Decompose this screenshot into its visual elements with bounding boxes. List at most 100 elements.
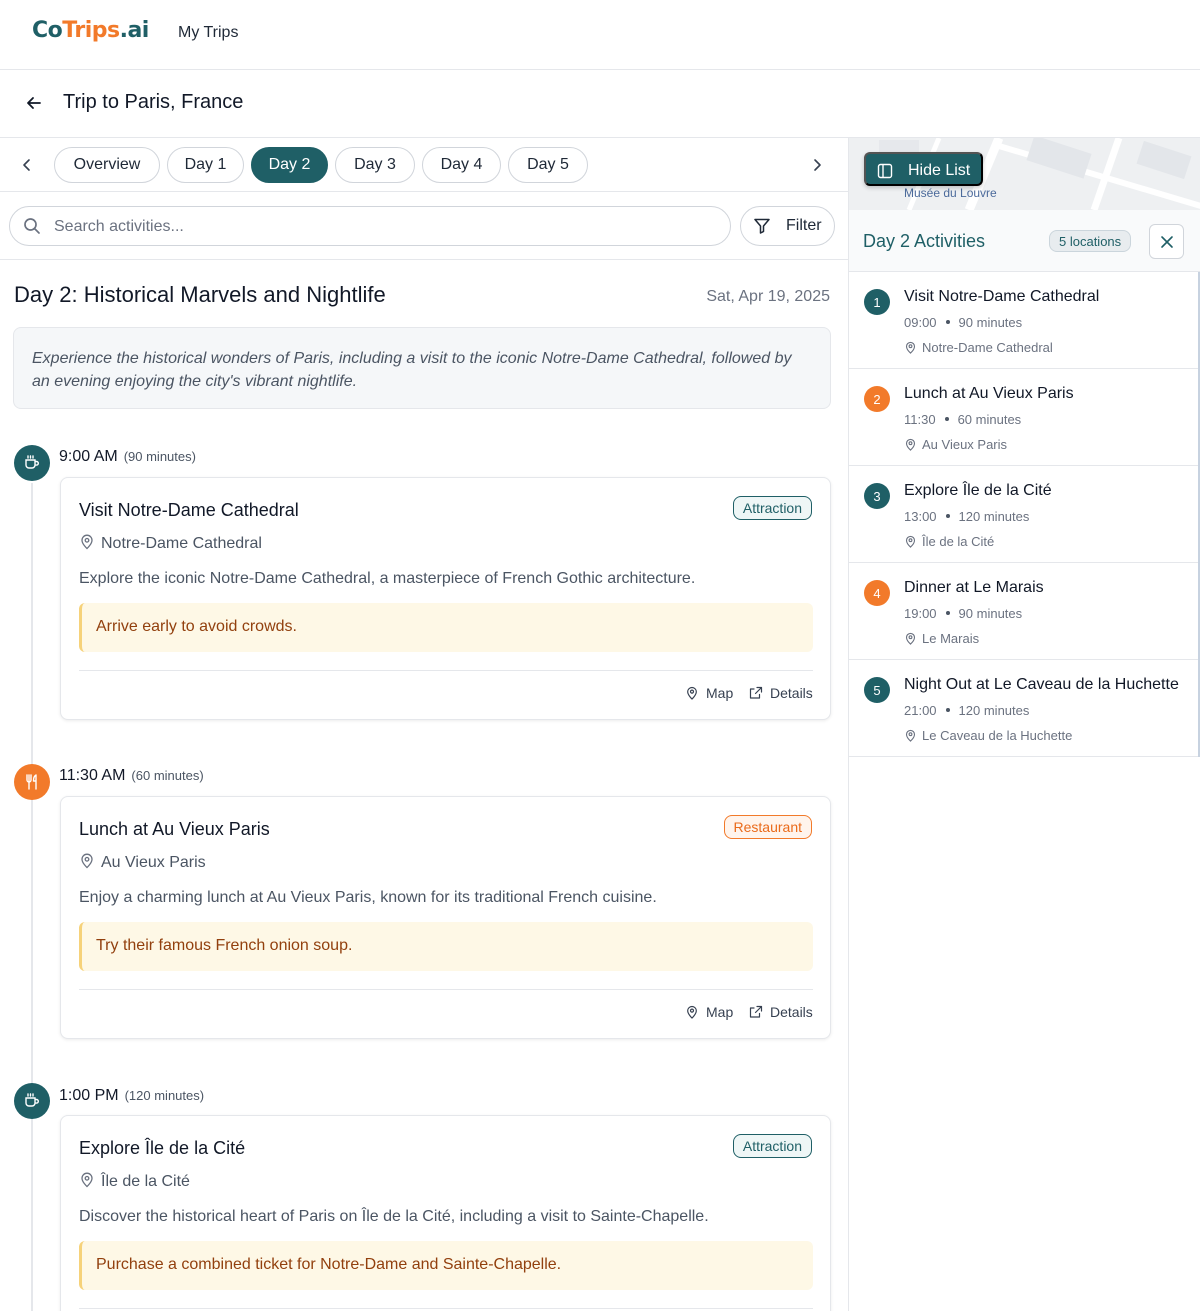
day-title: Day 2: Historical Marvels and Nightlife (14, 282, 386, 307)
activity-title: Visit Notre-Dame Cathedral (79, 500, 299, 520)
timeline-line (31, 483, 33, 1311)
activity-meta: 19:00 90 minutes (904, 606, 1023, 621)
activity-description: Enjoy a charming lunch at Au Vieux Paris… (79, 889, 657, 906)
map-pin-icon (905, 632, 916, 645)
filter-label: Filter (786, 217, 822, 234)
coffee-icon (25, 1093, 39, 1107)
activity-location: Notre-Dame Cathedral (904, 340, 1053, 355)
timeline-time: 9:00 AM (90 minutes) (59, 448, 196, 465)
activity-title: Explore Île de la Cité (79, 1138, 246, 1158)
activity-number: 4 (864, 580, 890, 606)
details-link[interactable]: Details (749, 1004, 813, 1020)
tab-day-1[interactable]: Day 1 (167, 147, 244, 183)
search-box (9, 206, 731, 246)
activity-location: Le Marais (904, 631, 979, 646)
activity-title: Lunch at Au Vieux Paris (79, 819, 270, 839)
tab-day-4[interactable]: Day 4 (422, 147, 501, 183)
activity-location: Île de la Cité (79, 1172, 190, 1191)
close-panel-button[interactable] (1149, 224, 1184, 259)
activity-meta: 13:00 120 minutes (904, 509, 1030, 524)
activity-location: Notre-Dame Cathedral (79, 534, 262, 553)
external-link-icon (749, 1005, 763, 1018)
activity-tip: Purchase a combined ticket for Notre-Dam… (79, 1241, 813, 1290)
activity-list-item[interactable]: 3 Explore Île de la Cité 13:00 120 minute… (849, 466, 1198, 563)
activity-number: 2 (864, 386, 890, 412)
search-row: Filter (0, 192, 848, 260)
activity-description: Explore the iconic Notre-Dame Cathedral,… (79, 570, 696, 587)
close-icon (1161, 236, 1173, 248)
activity-card: Lunch at Au Vieux Paris Restaurant Au Vi… (60, 796, 831, 1039)
card-divider (79, 1308, 813, 1309)
hide-list-button[interactable]: Hide List (864, 152, 983, 186)
my-trips-link[interactable]: My Trips (178, 24, 238, 42)
map-pin-icon (687, 1005, 697, 1019)
tab-overview[interactable]: Overview (54, 147, 160, 183)
activity-meta: 11:30 60 minutes (904, 412, 1022, 427)
activity-location: Au Vieux Paris (79, 853, 206, 872)
card-divider (79, 670, 813, 671)
map-pin-icon (905, 535, 916, 548)
search-input[interactable] (54, 216, 714, 238)
timeline-time: 1:00 PM (120 minutes) (59, 1087, 205, 1104)
activity-name: Visit Notre-Dame Cathedral (904, 288, 1100, 305)
activity-tip: Arrive early to avoid crowds. (79, 603, 813, 652)
top-nav: CoTrips.ai My Trips (0, 0, 1200, 70)
map-place-label: Musée du Louvre (904, 186, 997, 200)
map-link[interactable]: Map (685, 1004, 733, 1020)
chevron-right-icon[interactable] (807, 155, 827, 175)
tab-day-5[interactable]: Day 5 (508, 147, 588, 183)
activity-meta: 09:00 90 minutes (904, 315, 1023, 330)
trip-title: Trip to Paris, France (63, 91, 244, 113)
map-pin-icon (905, 729, 916, 742)
timeline-marker (14, 1083, 50, 1119)
details-link[interactable]: Details (749, 685, 813, 701)
map-link[interactable]: Map (685, 685, 733, 701)
activity-name: Explore Île de la Cité (904, 482, 1052, 499)
brand-logo[interactable]: CoTrips.ai (32, 18, 149, 43)
filter-button[interactable]: Filter (740, 206, 835, 246)
day-tabs: Overview Day 1 Day 2 Day 3 Day 4 Day 5 (0, 138, 848, 192)
activity-location: Île de la Cité (904, 534, 994, 549)
tab-day-2[interactable]: Day 2 (251, 147, 328, 183)
category-badge: Attraction (732, 1134, 812, 1158)
location-count-badge: 5 locations (1049, 230, 1132, 252)
search-icon (24, 218, 40, 234)
activity-number: 3 (864, 483, 890, 509)
activity-list-item[interactable]: 1 Visit Notre-Dame Cathedral 09:00 90 min… (849, 272, 1198, 369)
activity-name: Lunch at Au Vieux Paris (904, 385, 1074, 402)
activity-location: Le Caveau de la Huchette (904, 728, 1072, 743)
activity-description: Discover the historical heart of Paris o… (79, 1208, 709, 1225)
activities-panel: Musée du Louvre Hide List Day 2 Activiti… (848, 138, 1200, 1311)
activity-list-item[interactable]: 5 Night Out at Le Caveau de la Huchette … (849, 660, 1198, 757)
activity-list-item[interactable]: 2 Lunch at Au Vieux Paris 11:30 60 minute… (849, 369, 1198, 466)
filter-icon (754, 218, 770, 234)
coffee-icon (25, 455, 39, 469)
timeline-marker (14, 445, 50, 481)
map-pin-icon (905, 341, 916, 354)
itinerary-column: Overview Day 1 Day 2 Day 3 Day 4 Day 5 F… (0, 138, 848, 1311)
activity-number: 1 (864, 289, 890, 315)
activity-number: 5 (864, 677, 890, 703)
activity-name: Dinner at Le Marais (904, 579, 1044, 596)
activity-tip: Try their famous French onion soup. (79, 922, 813, 971)
day-description: Experience the historical wonders of Par… (13, 327, 831, 409)
category-badge: Attraction (732, 496, 812, 520)
back-arrow-icon[interactable] (24, 93, 44, 113)
card-divider (79, 989, 813, 990)
tab-day-3[interactable]: Day 3 (335, 147, 415, 183)
map-pin-icon (905, 438, 916, 451)
map-view[interactable]: Musée du Louvre Hide List (849, 138, 1200, 210)
activity-location: Au Vieux Paris (904, 437, 1007, 452)
activity-card: Explore Île de la Cité Attraction Île de… (60, 1115, 831, 1311)
map-pin-icon (81, 853, 93, 869)
activity-meta: 21:00 120 minutes (904, 703, 1030, 718)
activities-header: Day 2 Activities 5 locations (849, 210, 1200, 272)
activity-list-item[interactable]: 4 Dinner at Le Marais 19:00 90 minutes Le… (849, 563, 1198, 660)
panel-icon (877, 163, 893, 179)
chevron-left-icon[interactable] (17, 155, 37, 175)
map-pin-icon (81, 1172, 93, 1188)
timeline-marker (14, 764, 50, 800)
external-link-icon (749, 686, 763, 699)
hide-list-label: Hide List (908, 162, 971, 179)
category-badge: Restaurant (723, 815, 812, 839)
